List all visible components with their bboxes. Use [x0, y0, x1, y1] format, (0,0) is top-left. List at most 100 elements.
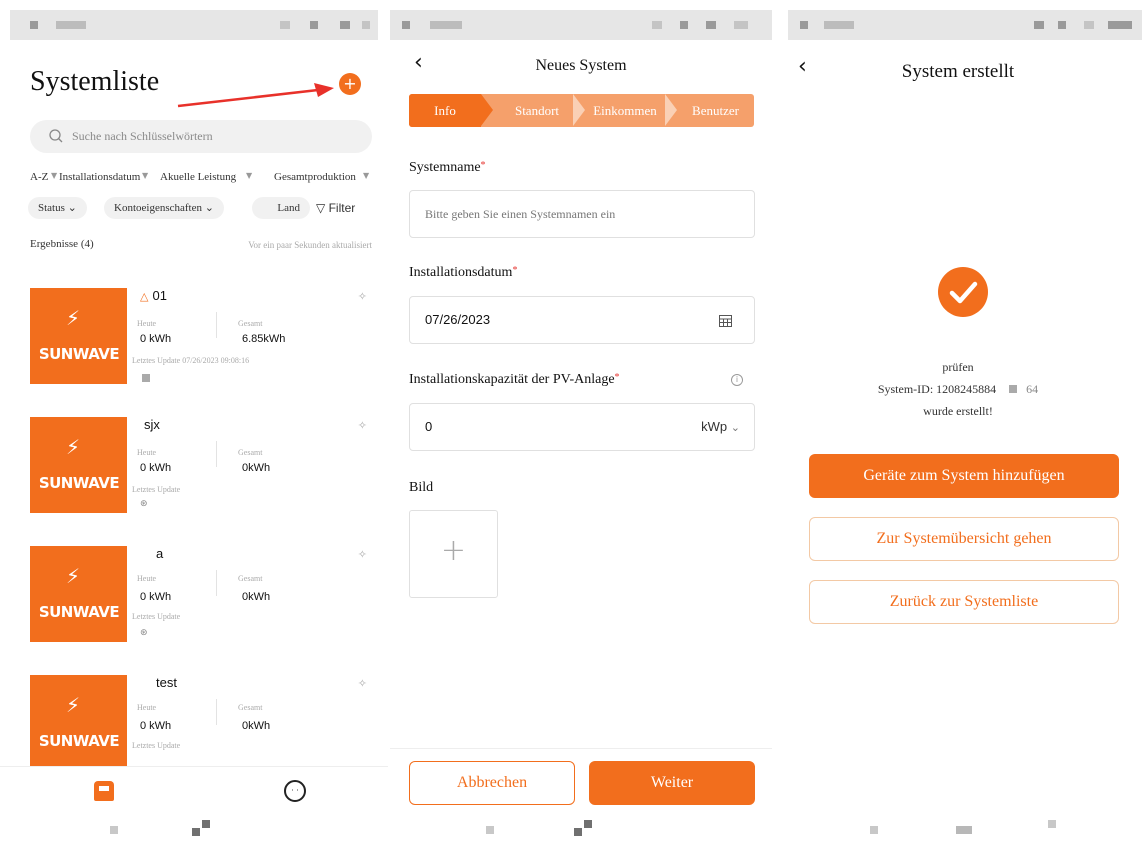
- divider: [216, 570, 217, 596]
- divider: [216, 312, 217, 338]
- system-card[interactable]: ⚡ SUNWAVE a ✧ Heute 0 kWh Gesamt 0kWh Let…: [30, 546, 375, 642]
- image-label: Bild: [409, 480, 434, 495]
- step-income: Einkommen: [593, 103, 657, 118]
- pin-icon[interactable]: ✧: [358, 290, 367, 303]
- sunwave-logo: ⚡ SUNWAVE: [30, 546, 127, 642]
- blurred-region: [870, 826, 878, 834]
- filter-button[interactable]: ▽ Filter: [316, 201, 355, 215]
- capacity-label-text: Installationskapazität der PV-Anlage: [409, 372, 615, 387]
- system-card[interactable]: ⚡ SUNWAVE △ 01 ✧ Heute 0 kWh Gesamt 6.85kW…: [30, 288, 375, 384]
- created-text: wurde erstellt!: [923, 404, 993, 418]
- chevron-down-icon: ▼: [246, 171, 253, 180]
- capacity-field[interactable]: 0 kWp ⌄: [409, 403, 755, 451]
- status-bar: [390, 10, 772, 40]
- image-upload[interactable]: +: [409, 510, 498, 598]
- today-label: Heute: [137, 574, 157, 583]
- today-value: 0 kWh: [140, 591, 172, 603]
- bolt-icon: ⚡: [66, 306, 81, 330]
- system-name: sjx: [144, 417, 160, 432]
- filter-status[interactable]: Status ⌄: [28, 197, 87, 219]
- last-update-label: Letztes Update: [132, 356, 181, 365]
- search-placeholder: Suche nach Schlüsselwörtern: [72, 129, 213, 143]
- last-update: Letztes Update 07/26/2023 09:08:16: [132, 356, 249, 365]
- capacity-label: Installationskapazität der PV-Anlage*: [409, 372, 620, 388]
- blurred-region: [110, 826, 118, 834]
- blurred-region: [1009, 385, 1018, 393]
- sort-installation-date[interactable]: Installationsdatum: [59, 171, 140, 183]
- bolt-icon: ⚡: [66, 693, 81, 717]
- installation-date-field[interactable]: 07/26/2023: [409, 296, 755, 344]
- cancel-button[interactable]: Abbrechen: [409, 761, 575, 805]
- filter-status-label: Status: [38, 202, 65, 214]
- system-name: a: [156, 546, 164, 561]
- total-label: Gesamt: [238, 703, 263, 712]
- form-footer: Abbrechen Weiter: [390, 748, 772, 818]
- total-label: Gesamt: [238, 574, 263, 583]
- blurred-region: [574, 828, 582, 836]
- total-value: 0kWh: [242, 462, 271, 474]
- page-title: Neues System: [535, 57, 627, 74]
- total-value: 0kWh: [242, 720, 271, 732]
- info-icon[interactable]: i: [731, 374, 743, 386]
- today-value: 0 kWh: [140, 333, 172, 345]
- unit-select[interactable]: kWp ⌄: [701, 419, 740, 434]
- add-devices-button[interactable]: Geräte zum System hinzufügen: [809, 454, 1119, 498]
- go-overview-button[interactable]: Zur Systemübersicht gehen: [809, 517, 1119, 561]
- step-chevron: [481, 94, 493, 126]
- sort-current-power[interactable]: Akuelle Leistung: [160, 171, 236, 183]
- step-chevron: [573, 94, 585, 126]
- today-value: 0 kWh: [140, 462, 172, 474]
- search-icon: [49, 129, 63, 143]
- pin-icon[interactable]: ✧: [358, 419, 367, 432]
- sunwave-logo: ⚡ SUNWAVE: [30, 675, 127, 771]
- bolt-icon: ⚡: [66, 564, 81, 588]
- step-indicator: Info Standort Einkommen Benutzer: [409, 94, 754, 127]
- required-mark: *: [614, 372, 620, 383]
- systems-tab-icon[interactable]: [94, 781, 114, 801]
- next-button[interactable]: Weiter: [589, 761, 755, 805]
- unit-label: kWp: [701, 419, 728, 434]
- system-name-field[interactable]: Bitte geben Sie einen Systemnamen ein: [409, 190, 755, 238]
- chevron-down-icon: ⌄: [67, 202, 77, 214]
- brand-label: SUNWAVE: [38, 474, 120, 492]
- blurred-region: [202, 820, 210, 828]
- system-list-screen: Systemliste + Suche nach Schlüsselwörter…: [0, 0, 388, 847]
- installation-date-label-text: Installationsdatum: [409, 265, 513, 280]
- search-input[interactable]: Suche nach Schlüsselwörtern: [30, 120, 372, 153]
- chevron-down-icon: ▼: [363, 171, 370, 180]
- bolt-icon: ⚡: [66, 435, 81, 459]
- system-id-line: System-ID: 1208245884 64: [774, 382, 1142, 397]
- results-count: Ergebnisse (4): [30, 238, 94, 250]
- system-name-text: 01: [152, 288, 167, 303]
- add-system-button[interactable]: +: [339, 73, 361, 95]
- sort-total-production[interactable]: Gesamtproduktion: [274, 171, 356, 183]
- filter-country[interactable]: Land: [252, 197, 310, 219]
- sort-az[interactable]: A-Z: [30, 171, 48, 183]
- installation-date-value: 07/26/2023: [425, 312, 491, 327]
- plus-icon: +: [440, 533, 467, 568]
- back-to-list-button[interactable]: Zurück zur Systemliste: [809, 580, 1119, 624]
- filter-country-label: Land: [277, 202, 300, 214]
- system-created-screen: ‹ System erstellt prüfen System-ID: 1208…: [774, 0, 1142, 847]
- blurred-region: [1048, 820, 1056, 828]
- annotation-arrow: [177, 83, 334, 108]
- pin-icon[interactable]: ✧: [358, 677, 367, 690]
- brand-label: SUNWAVE: [38, 345, 120, 363]
- system-card[interactable]: ⚡ SUNWAVE sjx ✧ Heute 0 kWh Gesamt 0kWh L…: [30, 417, 375, 513]
- system-card[interactable]: ⚡ SUNWAVE test ✧ Heute 0 kWh Gesamt 0kWh …: [30, 675, 375, 771]
- today-label: Heute: [137, 703, 157, 712]
- step-info: Info: [409, 94, 481, 127]
- system-name: △ 01: [140, 288, 167, 303]
- pin-icon[interactable]: ✧: [358, 548, 367, 561]
- chevron-down-icon: ▼: [51, 171, 58, 180]
- sunwave-logo: ⚡ SUNWAVE: [30, 417, 127, 513]
- blurred-icon: [142, 374, 150, 382]
- divider: [216, 699, 217, 725]
- today-value: 0 kWh: [140, 720, 172, 732]
- blurred-region: [486, 826, 494, 834]
- blurred-region: [956, 826, 972, 834]
- filter-account-properties[interactable]: Kontoeigenschaften ⌄: [104, 197, 224, 219]
- new-system-screen: ‹ Neues System Info Standort Einkommen B…: [390, 0, 772, 847]
- monitor-tab-icon[interactable]: · ·: [284, 780, 306, 802]
- last-update-label: Letztes Update: [132, 612, 181, 621]
